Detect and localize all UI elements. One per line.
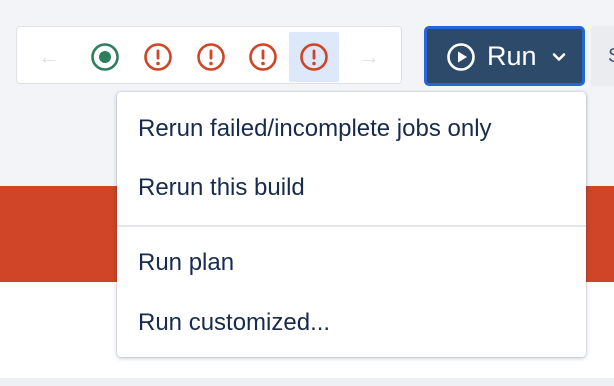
chevron-down-icon [552,53,566,61]
menu-item-label: Rerun failed/incomplete jobs only [138,115,492,142]
build-status-item[interactable] [80,32,130,82]
run-button[interactable]: Run [424,26,585,86]
arrow-right-icon: → [358,44,380,69]
current-build-status-item[interactable] [289,32,339,82]
secondary-action-button[interactable]: S [591,26,614,86]
panel-footer-strip [0,378,614,386]
run-button-label: Run [487,41,537,71]
secondary-action-label: S [608,45,614,68]
menu-item-run-plan[interactable]: Run plan [117,233,586,293]
menu-item-rerun-failed[interactable]: Rerun failed/incomplete jobs only [117,99,586,159]
play-circle-icon [447,43,475,71]
build-status-item[interactable] [133,32,183,82]
menu-item-label: Run customized... [138,309,331,336]
arrow-left-icon: ← [38,44,60,69]
menu-item-label: Rerun this build [138,174,305,201]
build-status-item[interactable] [186,32,236,82]
build-history-navigator: ← → [16,26,402,84]
failed-exclamation-icon [144,43,172,71]
menu-item-run-customized[interactable]: Run customized... [117,293,586,353]
next-build-button[interactable]: → [344,32,394,82]
menu-divider [117,225,586,227]
build-status-item[interactable] [238,32,288,82]
failed-exclamation-icon [197,43,225,71]
success-circle-icon [91,43,119,71]
previous-build-button[interactable]: ← [24,32,74,82]
menu-item-rerun-build[interactable]: Rerun this build [117,158,586,218]
failed-exclamation-icon [300,43,328,71]
failed-exclamation-icon [249,43,277,71]
menu-item-label: Run plan [138,249,235,276]
run-dropdown-menu: Rerun failed/incomplete jobs only Rerun … [117,92,586,357]
